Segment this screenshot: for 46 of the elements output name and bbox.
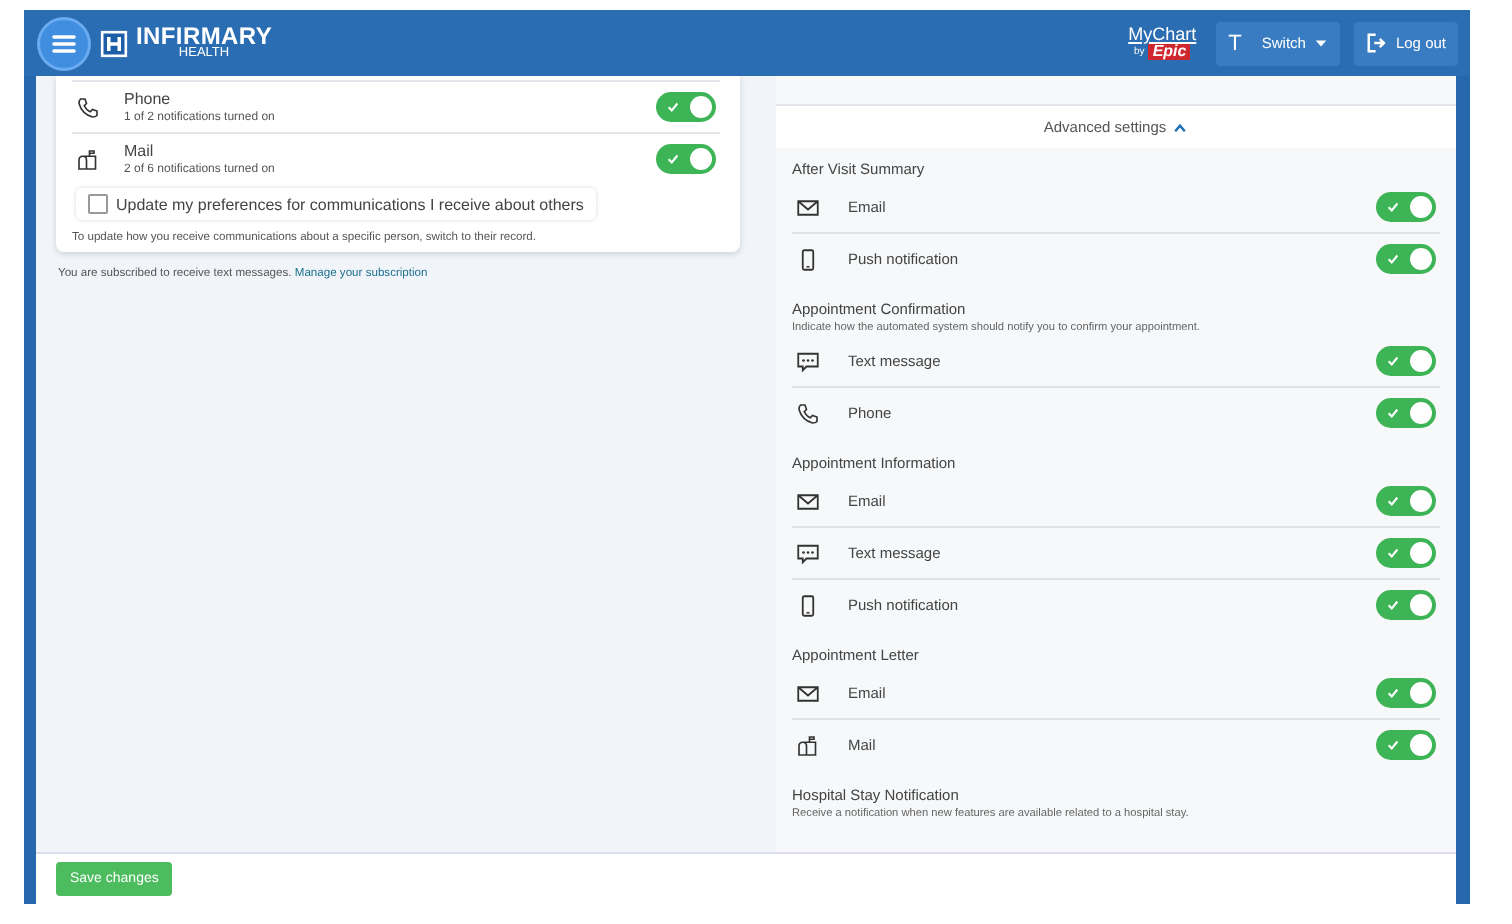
logout-icon (1365, 32, 1388, 54)
toggle-switch[interactable] (1376, 538, 1436, 568)
phone-icon (796, 401, 820, 425)
toggle-switch[interactable] (1376, 678, 1436, 708)
check-icon (1386, 686, 1400, 700)
check-icon (1386, 200, 1400, 214)
check-icon (1386, 354, 1400, 368)
caret-icon (1313, 36, 1328, 50)
envelope-icon (796, 195, 820, 219)
check-icon (666, 100, 680, 114)
mailbox-icon (76, 147, 100, 171)
toggle-switch[interactable] (1376, 346, 1436, 376)
toggle-switch[interactable] (1376, 244, 1436, 274)
mobile-phone-icon (796, 593, 820, 617)
menu-button[interactable] (40, 19, 88, 67)
chevron-icon (1172, 119, 1189, 135)
check-icon (1386, 252, 1400, 266)
check-icon (1386, 546, 1400, 560)
toggle-switch[interactable] (1376, 398, 1436, 428)
chat-bubble-icon (796, 349, 820, 373)
logo-icon (100, 29, 128, 57)
checkbox[interactable] (88, 194, 108, 214)
epic-logo-text: Epic (1148, 44, 1191, 60)
check-icon (1386, 738, 1400, 752)
chat-bubble-icon (796, 541, 820, 565)
check-icon (666, 152, 680, 166)
checkbox-label: Update my preferences for communications I receive about others (116, 195, 584, 213)
mobile-phone-icon (796, 247, 820, 271)
logo-name: INFIRMARY (136, 24, 273, 49)
phone-icon (76, 95, 100, 119)
toggle-switch[interactable] (656, 144, 716, 174)
check-icon (1386, 494, 1400, 508)
check-icon (1386, 406, 1400, 420)
toggle-switch[interactable] (1376, 192, 1436, 222)
toggle-switch[interactable] (1376, 730, 1436, 760)
channel-name: Mail (124, 142, 156, 160)
envelope-icon (796, 681, 820, 705)
envelope-icon (796, 489, 820, 513)
check-icon (1386, 598, 1400, 612)
toggle-switch[interactable] (656, 92, 716, 122)
checkbox-option[interactable]: Update my preferences for communications I receive about others (76, 188, 596, 220)
toggle-switch[interactable] (1376, 590, 1436, 620)
mailbox-icon (796, 733, 820, 757)
toggle-switch[interactable] (1376, 486, 1436, 516)
mychart-logo-text: MyChart (1128, 26, 1197, 44)
channel-name: Phone (124, 90, 173, 108)
